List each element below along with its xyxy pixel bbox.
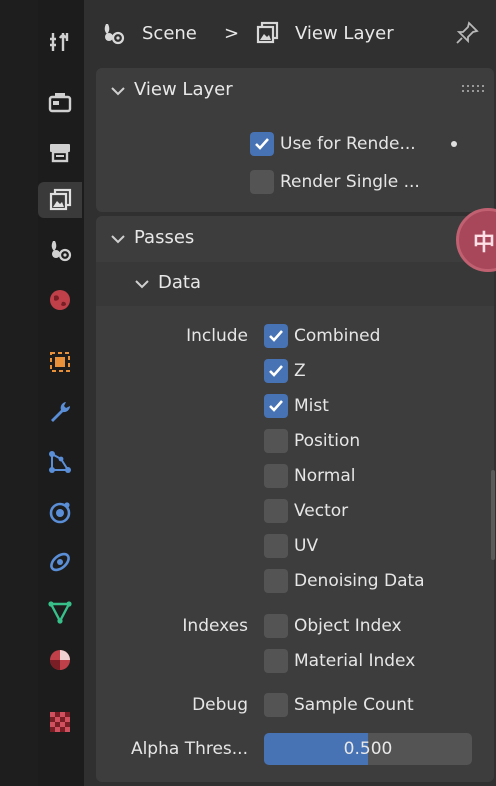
constraints-icon xyxy=(50,552,70,572)
properties-header: Scene > View Layer xyxy=(84,0,496,66)
tool-icon xyxy=(50,33,69,51)
use-for-render-checkbox[interactable] xyxy=(250,132,274,156)
view-layer-icon xyxy=(49,188,72,211)
mist-checkbox[interactable] xyxy=(264,394,288,418)
checkmark-icon xyxy=(255,138,269,150)
render-icon xyxy=(48,93,72,113)
tab-physics[interactable] xyxy=(42,494,78,530)
render-single-layer-label: Render Single ... xyxy=(280,172,420,192)
alpha-threshold-slider[interactable]: 0.500 xyxy=(264,733,472,765)
tab-render[interactable] xyxy=(42,84,78,120)
combined-label: Combined xyxy=(294,326,381,346)
use-for-render-label: Use for Rende... xyxy=(280,134,416,154)
material-index-checkbox[interactable] xyxy=(264,649,288,673)
z-label: Z xyxy=(294,361,306,381)
texture-icon xyxy=(50,712,70,732)
data-subpanel-header[interactable]: Data xyxy=(96,262,494,306)
normal-label: Normal xyxy=(294,466,356,486)
properties-editor: Scene > View Layer View Layer Use for Re… xyxy=(84,0,496,786)
breadcrumb-view-layer[interactable]: View Layer xyxy=(295,18,394,48)
tab-material[interactable] xyxy=(42,642,78,678)
chevron-down-icon xyxy=(111,87,125,96)
alpha-threshold-label: Alpha Thres... xyxy=(130,739,248,759)
wrench-icon xyxy=(51,402,71,422)
uv-label: UV xyxy=(294,536,319,556)
material-icon xyxy=(50,650,70,670)
checkmark-icon xyxy=(269,330,283,342)
pin-icon xyxy=(456,21,479,44)
tab-view-layer[interactable] xyxy=(38,182,82,218)
include-label: Include xyxy=(186,326,248,346)
uv-checkbox[interactable] xyxy=(264,534,288,558)
data-subpanel-title: Data xyxy=(158,272,201,293)
tab-world[interactable] xyxy=(42,282,78,318)
physics-icon xyxy=(49,502,71,524)
tab-data[interactable] xyxy=(42,594,78,630)
breadcrumb-separator: > xyxy=(224,22,240,44)
sample-count-checkbox[interactable] xyxy=(264,693,288,717)
object-index-label: Object Index xyxy=(294,616,402,636)
chevron-down-icon xyxy=(135,280,149,289)
mist-label: Mist xyxy=(294,396,329,416)
vector-checkbox[interactable] xyxy=(264,499,288,523)
view-layer-breadcrumb-icon[interactable] xyxy=(254,18,280,48)
render-single-layer-checkbox[interactable] xyxy=(250,170,274,194)
indexes-label: Indexes xyxy=(182,616,248,636)
object-index-checkbox[interactable] xyxy=(264,614,288,638)
view-layer-panel-header[interactable]: View Layer xyxy=(96,68,494,114)
combined-checkbox[interactable] xyxy=(264,324,288,348)
vector-label: Vector xyxy=(294,501,349,521)
scene-icon xyxy=(104,24,125,45)
checkmark-icon xyxy=(269,365,283,377)
passes-panel-title: Passes xyxy=(134,227,195,248)
tab-particles[interactable] xyxy=(42,444,78,480)
scene-breadcrumb-icon[interactable] xyxy=(100,18,126,48)
output-icon xyxy=(50,144,70,163)
tab-scene[interactable] xyxy=(42,232,78,268)
alpha-threshold-value: 0.500 xyxy=(343,739,393,759)
view-layer-icon xyxy=(256,21,279,44)
tab-constraints[interactable] xyxy=(42,544,78,580)
object-icon xyxy=(50,352,70,372)
world-icon xyxy=(50,290,70,310)
tab-object[interactable] xyxy=(42,344,78,380)
outer-editor-edge xyxy=(0,0,38,786)
chevron-down-icon xyxy=(111,235,125,244)
tab-output[interactable] xyxy=(42,134,78,170)
badge-text: 中 xyxy=(473,231,496,256)
z-checkbox[interactable] xyxy=(264,359,288,383)
debug-label: Debug xyxy=(192,695,248,715)
position-checkbox[interactable] xyxy=(264,429,288,453)
normal-checkbox[interactable] xyxy=(264,464,288,488)
scene-icon xyxy=(51,241,72,262)
pin-button[interactable] xyxy=(454,18,480,48)
denoising-data-checkbox[interactable] xyxy=(264,569,288,593)
passes-panel-header[interactable]: Passes xyxy=(96,216,494,262)
editor-scrollbar[interactable] xyxy=(491,470,495,560)
tab-texture[interactable] xyxy=(42,704,78,740)
properties-tab-strip xyxy=(38,0,84,786)
checkmark-icon xyxy=(269,400,283,412)
keyframe-dot-icon[interactable] xyxy=(450,140,458,148)
position-label: Position xyxy=(294,431,361,451)
tab-tool[interactable] xyxy=(42,24,78,60)
material-index-label: Material Index xyxy=(294,651,416,671)
sample-count-label: Sample Count xyxy=(294,695,414,715)
tab-modifiers[interactable] xyxy=(42,394,78,430)
breadcrumb-scene[interactable]: Scene xyxy=(142,18,197,48)
drag-grip-icon[interactable] xyxy=(462,84,484,94)
view-layer-panel-title: View Layer xyxy=(134,79,233,100)
denoising-data-label: Denoising Data xyxy=(294,571,425,591)
particles-icon xyxy=(49,451,71,473)
view-layer-panel: View Layer Use for Rende... Render Singl… xyxy=(96,68,494,212)
mesh-data-icon xyxy=(48,601,72,624)
